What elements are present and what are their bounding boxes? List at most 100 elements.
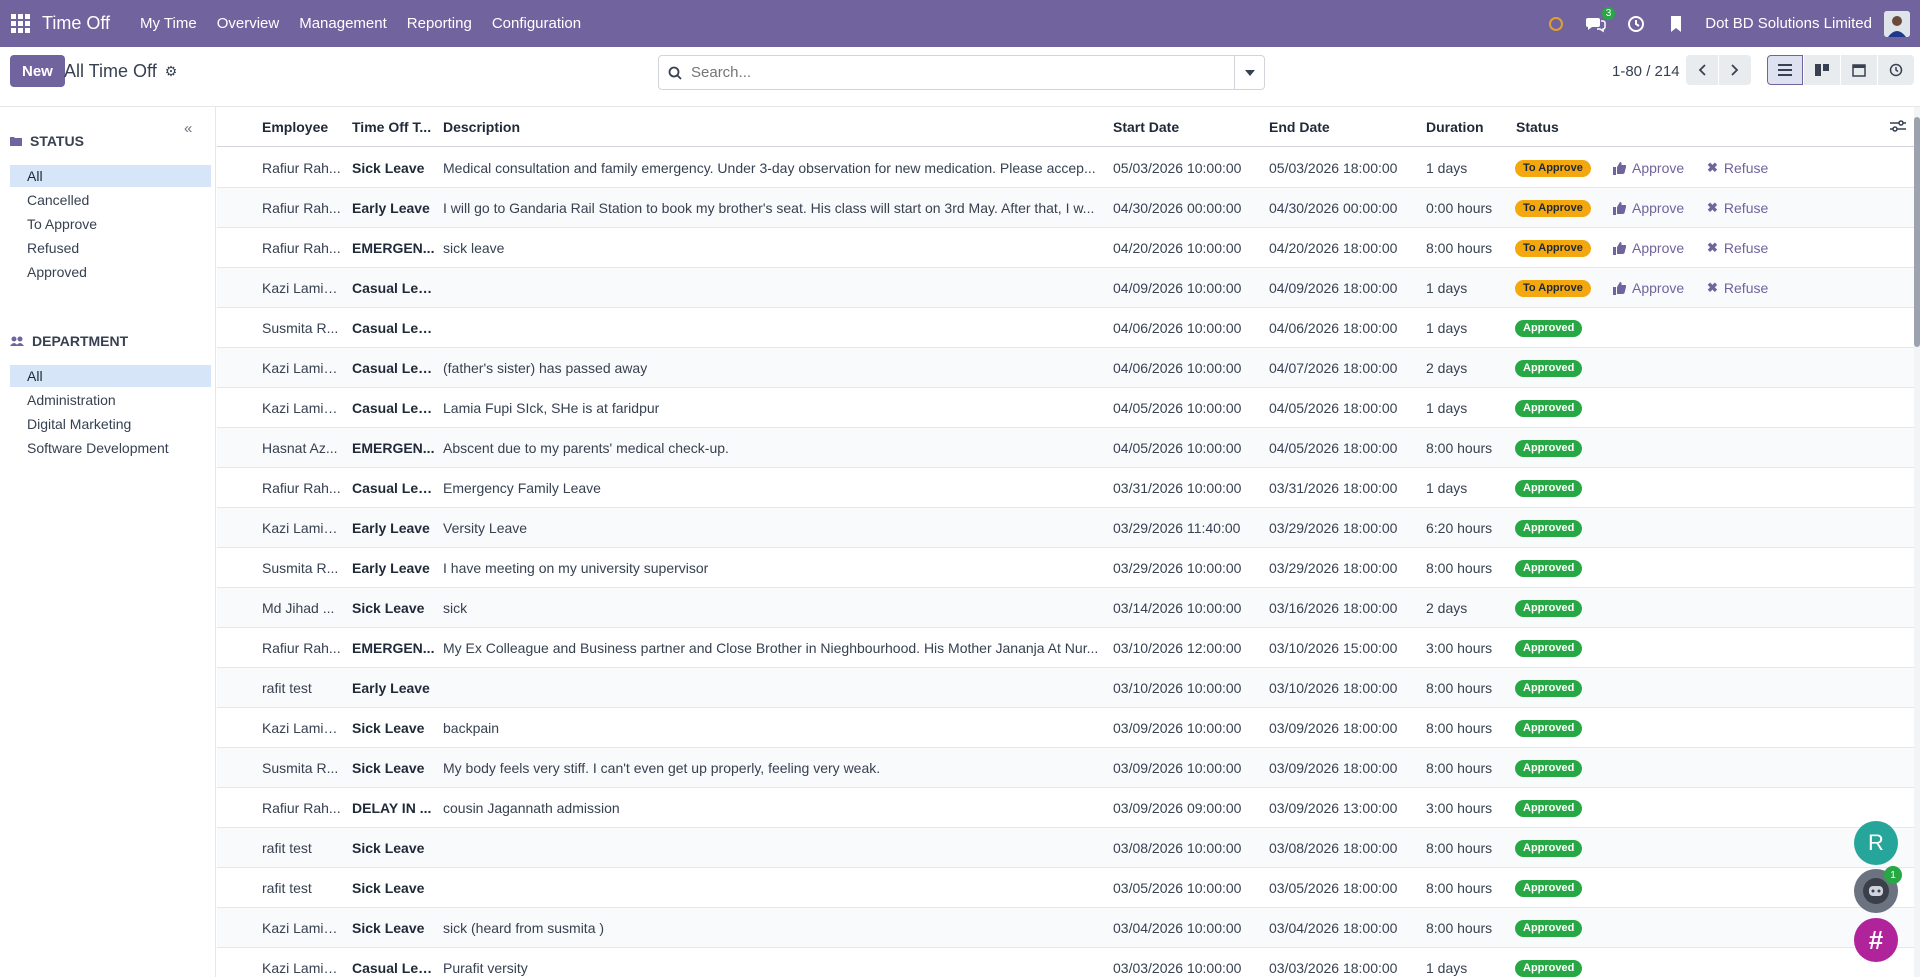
- table-row[interactable]: Kazi Lamia... Casual Lea... Purafit versit…: [217, 948, 1920, 977]
- menu-item-overview[interactable]: Overview: [207, 0, 290, 47]
- new-button[interactable]: New: [10, 55, 65, 87]
- cell-duration: 1 days: [1426, 400, 1468, 416]
- department-filter-software-development[interactable]: Software Development: [10, 437, 211, 459]
- cell-duration: 8:00 hours: [1426, 920, 1493, 936]
- list-scrollbar[interactable]: [1914, 107, 1920, 977]
- bookmark-icon[interactable]: [1665, 13, 1687, 35]
- table-row[interactable]: Susmita R... Casual Lea... 04/06/2026 10:0…: [217, 308, 1920, 348]
- app-title[interactable]: Time Off: [42, 13, 110, 34]
- cell-employee: Susmita R...: [262, 560, 339, 576]
- status-filter-cancelled[interactable]: Cancelled: [10, 189, 211, 211]
- calendar-view-button[interactable]: [1841, 55, 1877, 85]
- pager-previous-button[interactable]: [1686, 55, 1718, 85]
- table-row[interactable]: Susmita R... Early Leave I have meeting on…: [217, 548, 1920, 588]
- status-filter-to-approve[interactable]: To Approve: [10, 213, 211, 235]
- table-row[interactable]: rafit test Sick Leave 03/05/2026 10:00:00 0…: [217, 868, 1920, 908]
- cell-employee: Kazi Lamia...: [262, 360, 342, 376]
- cell-duration: 1 days: [1426, 480, 1468, 496]
- list-view-button[interactable]: [1767, 55, 1803, 85]
- department-section-title: DEPARTMENT: [10, 333, 128, 349]
- refuse-button[interactable]: ✖ Refuse: [1707, 268, 1768, 308]
- pager-next-button[interactable]: [1719, 55, 1751, 85]
- optional-columns-icon[interactable]: [1890, 119, 1906, 137]
- department-filter-digital-marketing[interactable]: Digital Marketing: [10, 413, 211, 435]
- table-row[interactable]: Kazi Lamia... Sick Leave sick (heard from …: [217, 908, 1920, 948]
- hashtag-channel-button[interactable]: #: [1854, 918, 1898, 962]
- col-header-start-date[interactable]: Start Date: [1113, 107, 1179, 147]
- menu-item-configuration[interactable]: Configuration: [482, 0, 591, 47]
- approve-button[interactable]: Approve: [1613, 228, 1684, 268]
- table-row[interactable]: rafit test Sick Leave 03/08/2026 10:00:00 0…: [217, 828, 1920, 868]
- table-row[interactable]: Rafiur Rah... DELAY IN ... cousin Jagannat…: [217, 788, 1920, 828]
- thumbs-up-icon: [1613, 161, 1626, 175]
- col-header-status[interactable]: Status: [1516, 107, 1559, 147]
- col-header-employee[interactable]: Employee: [262, 107, 328, 147]
- kanban-view-button[interactable]: [1804, 55, 1840, 85]
- col-header-time-off-type[interactable]: Time Off T...: [352, 107, 431, 147]
- chat-badge: 3: [1601, 6, 1616, 20]
- menu-item-my-time[interactable]: My Time: [130, 0, 207, 47]
- col-header-end-date[interactable]: End Date: [1269, 107, 1330, 147]
- cell-description: I have meeting on my university supervis…: [443, 560, 709, 576]
- table-row[interactable]: rafit test Early Leave 03/10/2026 10:00:00…: [217, 668, 1920, 708]
- table-row[interactable]: Md Jihad ... Sick Leave sick 03/14/2026 10:…: [217, 588, 1920, 628]
- refuse-button[interactable]: ✖ Refuse: [1707, 228, 1768, 268]
- cell-employee: Kazi Lamia...: [262, 520, 342, 536]
- cell-duration: 3:00 hours: [1426, 800, 1493, 816]
- gear-icon[interactable]: ⚙: [165, 63, 178, 80]
- cell-end-date: 04/20/2026 18:00:00: [1269, 240, 1398, 256]
- table-row[interactable]: Kazi Lamia... Early Leave Versity Leave 03/…: [217, 508, 1920, 548]
- status-filter-all[interactable]: All: [10, 165, 211, 187]
- table-row[interactable]: Susmita R... Sick Leave My body feels very…: [217, 748, 1920, 788]
- user-avatar[interactable]: [1884, 10, 1910, 37]
- list-icon: [1778, 64, 1792, 76]
- search-options-toggle[interactable]: [1234, 56, 1264, 89]
- refuse-button[interactable]: ✖ Refuse: [1707, 188, 1768, 228]
- status-badge: Approved: [1515, 640, 1583, 657]
- table-row[interactable]: Kazi Lamia... Casual Lea... (father's sist…: [217, 348, 1920, 388]
- menu-item-reporting[interactable]: Reporting: [397, 0, 482, 47]
- cell-time-off-type: EMERGEN...: [352, 440, 435, 456]
- col-header-duration[interactable]: Duration: [1426, 107, 1484, 147]
- scrollbar-thumb[interactable]: [1914, 117, 1920, 347]
- collapse-sidebar-icon[interactable]: «: [184, 120, 192, 137]
- table-row[interactable]: Hasnat Az... EMERGEN... Abscent due to my …: [217, 428, 1920, 468]
- table-row[interactable]: Rafiur Rah... EMERGEN... My Ex Colleague a…: [217, 628, 1920, 668]
- cell-time-off-type: Casual Lea...: [352, 320, 437, 336]
- status-filter-refused[interactable]: Refused: [10, 237, 211, 259]
- department-filter-all[interactable]: All: [10, 365, 211, 387]
- cell-end-date: 03/31/2026 18:00:00: [1269, 480, 1398, 496]
- company-switcher[interactable]: Dot BD Solutions Limited: [1705, 15, 1872, 32]
- table-row[interactable]: Kazi Lamia... Casual Lea... 04/09/2026 10:…: [217, 268, 1920, 308]
- table-row[interactable]: Rafiur Rah... EMERGEN... sick leave 04/20/2…: [217, 228, 1920, 268]
- cell-employee: Rafiur Rah...: [262, 200, 341, 216]
- department-filter-administration[interactable]: Administration: [10, 389, 211, 411]
- cell-description: sick leave: [443, 240, 505, 256]
- apps-menu-icon[interactable]: [0, 0, 40, 47]
- status-filter-approved[interactable]: Approved: [10, 261, 211, 283]
- close-icon: ✖: [1707, 240, 1718, 255]
- table-row[interactable]: Rafiur Rah... Early Leave I will go to Gan…: [217, 188, 1920, 228]
- search-input[interactable]: [691, 56, 1234, 89]
- approve-button[interactable]: Approve: [1613, 188, 1684, 228]
- cell-end-date: 05/03/2026 18:00:00: [1269, 160, 1398, 176]
- table-row[interactable]: Kazi Lamia... Casual Lea... Lamia Fupi SIc…: [217, 388, 1920, 428]
- table-row[interactable]: Kazi Lamia... Sick Leave backpain 03/09/202…: [217, 708, 1920, 748]
- approve-button[interactable]: Approve: [1613, 268, 1684, 308]
- activity-view-button[interactable]: [1878, 55, 1914, 85]
- chat-icon[interactable]: 3: [1585, 6, 1616, 35]
- user-r-avatar-button[interactable]: R: [1854, 821, 1898, 865]
- table-row[interactable]: Rafiur Rah... Casual Lea... Emergency Fami…: [217, 468, 1920, 508]
- cell-description: sick (heard from susmita ): [443, 920, 605, 936]
- menu-item-management[interactable]: Management: [289, 0, 397, 47]
- cell-employee: rafit test: [262, 680, 312, 696]
- table-row[interactable]: Rafiur Rah... Sick Leave Medical consultat…: [217, 148, 1920, 188]
- status-circle-icon[interactable]: [1545, 13, 1567, 35]
- cell-employee: Kazi Lamia...: [262, 280, 342, 296]
- approve-button[interactable]: Approve: [1613, 148, 1684, 188]
- cell-description: Versity Leave: [443, 520, 528, 536]
- pager-value[interactable]: 1-80 / 214: [1612, 63, 1680, 80]
- clock-icon[interactable]: [1625, 13, 1647, 35]
- col-header-description[interactable]: Description: [443, 107, 520, 147]
- refuse-button[interactable]: ✖ Refuse: [1707, 148, 1768, 188]
